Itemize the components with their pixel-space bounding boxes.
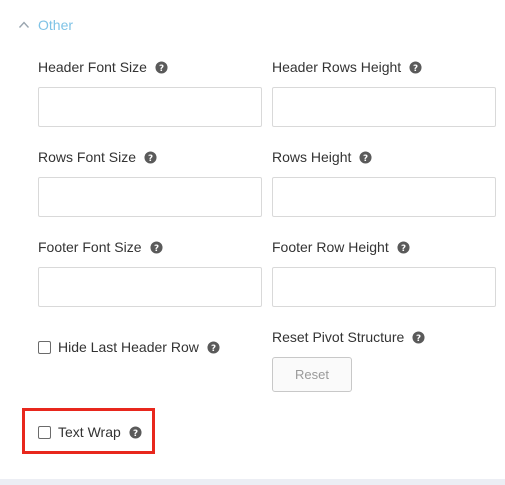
question-circle-icon[interactable] xyxy=(144,151,157,164)
header-rows-height-label: Header Rows Height xyxy=(272,59,422,75)
rows-height-label-text: Rows Height xyxy=(272,149,352,165)
footer-font-size-label-text: Footer Font Size xyxy=(38,239,142,255)
reset-pivot-structure-label-text: Reset Pivot Structure xyxy=(272,329,405,345)
hide-last-header-row-checkbox[interactable] xyxy=(38,340,51,354)
text-wrap-highlight xyxy=(22,408,155,454)
hide-last-header-row-label: Hide Last Header Row xyxy=(58,339,199,355)
section-title: Other xyxy=(38,17,74,33)
bottom-divider xyxy=(0,479,505,485)
header-font-size-label: Header Font Size xyxy=(38,59,168,75)
header-font-size-input[interactable] xyxy=(38,87,262,127)
rows-font-size-input[interactable] xyxy=(38,177,262,217)
header-rows-height-input[interactable] xyxy=(272,87,496,127)
header-font-size-label-text: Header Font Size xyxy=(38,59,147,75)
footer-font-size-label: Footer Font Size xyxy=(38,239,163,255)
footer-row-height-input[interactable] xyxy=(272,267,496,307)
question-circle-icon[interactable] xyxy=(409,61,422,74)
question-circle-icon[interactable] xyxy=(207,341,220,354)
chevron-up-icon xyxy=(18,21,30,28)
rows-height-input[interactable] xyxy=(272,177,496,217)
question-circle-icon[interactable] xyxy=(155,61,168,74)
question-circle-icon[interactable] xyxy=(150,241,163,254)
question-circle-icon[interactable] xyxy=(397,241,410,254)
question-circle-icon[interactable] xyxy=(412,331,425,344)
rows-height-label: Rows Height xyxy=(272,149,372,165)
footer-font-size-input[interactable] xyxy=(38,267,262,307)
question-circle-icon[interactable] xyxy=(359,151,372,164)
reset-pivot-structure-label: Reset Pivot Structure xyxy=(272,329,425,345)
rows-font-size-label-text: Rows Font Size xyxy=(38,149,137,165)
footer-row-height-label: Footer Row Height xyxy=(272,239,410,255)
hide-last-header-row-option[interactable]: Hide Last Header Row xyxy=(38,339,220,355)
header-rows-height-label-text: Header Rows Height xyxy=(272,59,402,75)
rows-font-size-label: Rows Font Size xyxy=(38,149,157,165)
reset-button[interactable]: Reset xyxy=(272,357,352,392)
section-header-other[interactable]: Other xyxy=(18,17,73,33)
footer-row-height-label-text: Footer Row Height xyxy=(272,239,389,255)
